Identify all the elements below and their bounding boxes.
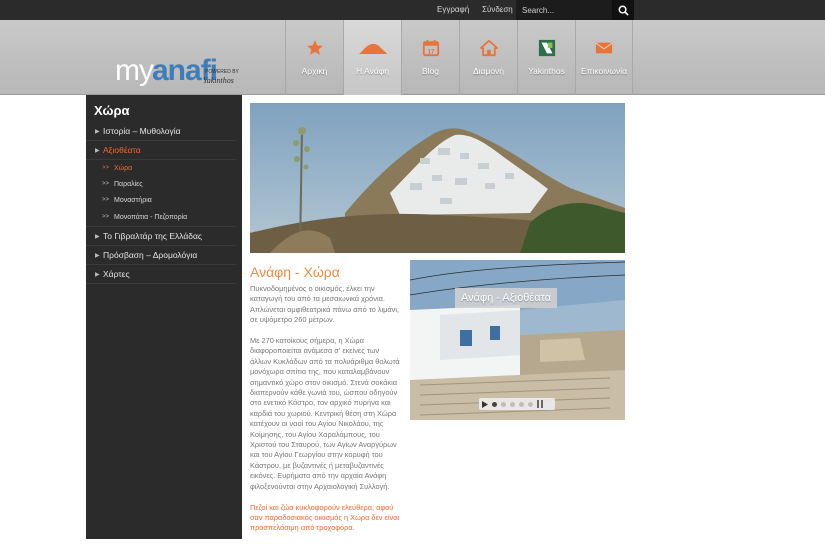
search-button[interactable] <box>612 0 634 20</box>
sidebar-subitem-label: Παραλίες <box>114 180 143 188</box>
article-paragraph-highlight: Πεζοί και ζώα κυκλοφορούν ελεύθερα, αφού… <box>250 502 400 533</box>
slider-dot[interactable] <box>501 401 506 407</box>
sidebar-subitem-chora[interactable]: >> Χώρα <box>86 160 236 176</box>
article-body: Πυκνοδομημένος ο οικισμός, έλκει την κατ… <box>250 284 400 544</box>
sidebar-item-label: Χάρτες <box>103 269 130 279</box>
double-chevron-icon: >> <box>102 214 110 220</box>
login-link[interactable]: Σύνδεση <box>482 5 513 14</box>
sidebar-item-label: Αξιοθέατα <box>103 145 141 155</box>
sidebar-subitem-label: Μονοπάτια - Πεζοπορία <box>114 213 188 221</box>
nav-label-blog: Blog <box>421 66 439 76</box>
envelope-icon <box>594 38 614 58</box>
nav-label-contact: Επικοινωνία <box>580 66 628 76</box>
play-icon[interactable] <box>482 400 488 408</box>
home-icon <box>479 38 499 58</box>
sidebar-subitem-label: Χώρα <box>114 164 133 172</box>
sidebar-subitem-monasteries[interactable]: >> Μοναστήρια <box>86 192 236 208</box>
article-paragraph: Πυκνοδομημένος ο οικισμός, έλκει την κατ… <box>250 284 400 325</box>
sidebar-subitem-trails[interactable]: >> Μονοπάτια - Πεζοπορία <box>86 208 236 227</box>
sidebar-subitem-label: Μοναστήρια <box>114 196 152 204</box>
double-chevron-icon: >> <box>102 181 110 187</box>
sidebar-item-label: Ιστορία – Μυθολογία <box>103 126 181 136</box>
island-icon <box>357 38 389 58</box>
logo-powered-by: POWERED BY <box>205 69 239 75</box>
slider-dot[interactable] <box>510 401 515 407</box>
slider-controls <box>479 398 555 410</box>
nav-label-anafi: Η Ανάφη <box>356 66 389 76</box>
slider-caption: Ανάφη - Αξιοθέατα <box>455 288 558 308</box>
logo-yakinthos: Yakinthos <box>203 76 234 85</box>
slider-image <box>410 260 625 420</box>
star-icon <box>305 38 325 58</box>
nav-item-anafi[interactable]: Η Ανάφη <box>343 20 401 95</box>
nav-item-contact[interactable]: Επικοινωνία <box>575 20 633 95</box>
calendar-icon: 17 <box>421 38 441 58</box>
arrow-right-icon: ▶ <box>95 271 100 278</box>
sidebar-item-access[interactable]: ▶ Πρόσβαση – Δρομολόγια <box>86 246 236 265</box>
page-title: Ανάφη - Χώρα <box>250 264 340 280</box>
nav-label-yakinthos: Yakinthos <box>528 66 565 76</box>
sidebar-item-label: Το Γιβραλτάρ της Ελλάδας <box>103 231 203 241</box>
sidebar-item-history[interactable]: ▶ Ιστορία – Μυθολογία <box>86 122 236 141</box>
site-logo[interactable]: my anafi POWERED BY Yakinthos <box>115 56 245 90</box>
arrow-right-icon: ▶ <box>95 147 100 154</box>
sidebar-item-gibraltar[interactable]: ▶ Το Γιβραλτάρ της Ελλάδας <box>86 227 236 246</box>
yakinthos-logo-icon <box>537 38 557 58</box>
nav-item-blog[interactable]: 17 Blog <box>401 20 459 95</box>
double-chevron-icon: >> <box>102 165 110 171</box>
slider-dot[interactable] <box>492 401 497 407</box>
slider-dot[interactable] <box>519 401 524 407</box>
nav-item-yakinthos[interactable]: Yakinthos <box>517 20 575 95</box>
search-icon <box>618 5 629 16</box>
pause-icon[interactable] <box>537 400 543 408</box>
search-input[interactable] <box>516 0 612 20</box>
nav-label-home: Αρχική <box>301 66 328 76</box>
sidebar-title: Χώρα <box>94 103 130 118</box>
sidebar-item-maps[interactable]: ▶ Χάρτες <box>86 265 236 284</box>
register-link[interactable]: Εγγραφή <box>437 5 469 14</box>
hero-image-chora <box>250 103 625 253</box>
double-chevron-icon: >> <box>102 197 110 203</box>
arrow-right-icon: ▶ <box>95 233 100 240</box>
sidebar: Χώρα ▶ Ιστορία – Μυθολογία ▶ Αξιοθέατα >… <box>86 95 242 539</box>
sidebar-item-label: Πρόσβαση – Δρομολόγια <box>103 250 198 260</box>
nav-label-accommodation: Διαμονή <box>472 66 505 76</box>
logo-my: my <box>115 54 154 87</box>
sidebar-item-sights[interactable]: ▶ Αξιοθέατα <box>86 141 236 160</box>
arrow-right-icon: ▶ <box>95 128 100 135</box>
slider-dot[interactable] <box>528 401 533 407</box>
article-paragraph: Με 270 κατοίκους σήμερα, η Χώρα διαφοροπ… <box>250 336 400 491</box>
svg-text:17: 17 <box>427 48 435 55</box>
top-bar: Εγγραφή Σύνδεση <box>0 0 825 20</box>
nav-item-accommodation[interactable]: Διαμονή <box>459 20 517 95</box>
sidebar-menu: ▶ Ιστορία – Μυθολογία ▶ Αξιοθέατα >> Χώρ… <box>86 122 236 284</box>
image-slider[interactable]: Ανάφη - Αξιοθέατα <box>410 260 625 420</box>
main-nav: Αρχική Η Ανάφη 17 Blog Διαμονή Yakinthos… <box>285 20 633 95</box>
sidebar-subitem-beaches[interactable]: >> Παραλίες <box>86 176 236 192</box>
nav-item-home[interactable]: Αρχική <box>285 20 343 95</box>
arrow-right-icon: ▶ <box>95 252 100 259</box>
